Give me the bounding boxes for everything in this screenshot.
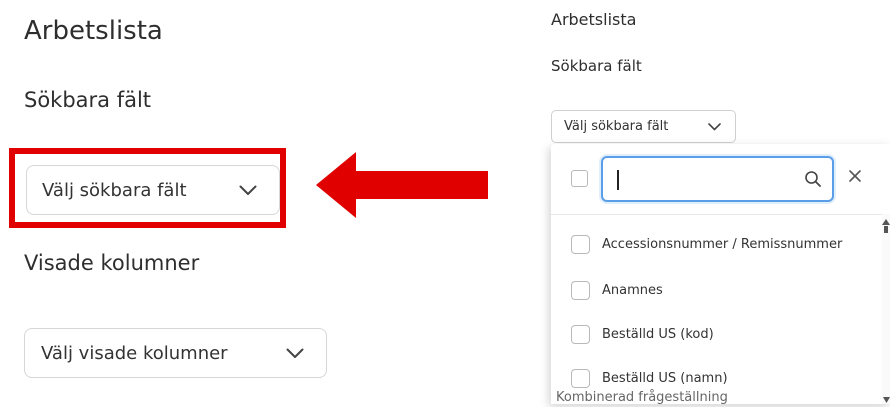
partially-hidden-option: Kombinerad frågeställning (556, 390, 728, 405)
dropdown-header (551, 144, 890, 215)
select-all-checkbox[interactable] (571, 170, 588, 187)
option-checkbox[interactable] (571, 368, 590, 388)
dropdown-option[interactable]: Beställd US (kod) (551, 312, 881, 356)
option-label: Anamnes (602, 282, 663, 298)
dropdown-scrollbar[interactable] (882, 214, 890, 404)
page-title: Arbetslista (24, 16, 163, 46)
searchable-fields-select[interactable]: Välj sökbara fält (26, 165, 280, 215)
search-icon[interactable] (804, 170, 822, 192)
dropdown-option[interactable]: Accessionsnummer / Remissnummer (551, 222, 881, 266)
searchable-fields-heading-small: Sökbara fält (551, 57, 642, 75)
red-arrow-icon (316, 152, 492, 222)
scroll-up-icon[interactable] (882, 218, 890, 237)
option-label: Beställd US (kod) (602, 326, 714, 342)
dropdown-option[interactable]: Anamnes (551, 268, 881, 312)
dropdown-search-input[interactable] (613, 166, 797, 194)
searchable-fields-heading: Sökbara fält (24, 88, 152, 112)
scroll-down-icon[interactable] (883, 388, 890, 407)
searchable-fields-select-small[interactable]: Välj sökbara fält (551, 110, 736, 143)
option-checkbox[interactable] (571, 234, 590, 254)
dropdown-search-box[interactable] (601, 156, 834, 202)
option-label: Beställd US (namn) (602, 370, 728, 386)
searchable-fields-select-label-small: Välj sökbara fält (564, 119, 669, 134)
option-checkbox[interactable] (571, 280, 590, 300)
option-label: Accessionsnummer / Remissnummer (602, 236, 843, 252)
close-icon[interactable] (848, 168, 862, 187)
visible-columns-select-label: Välj visade kolumner (41, 342, 228, 364)
searchable-fields-select-label: Välj sökbara fält (42, 179, 187, 201)
chevron-down-icon (286, 348, 304, 359)
visible-columns-select[interactable]: Välj visade kolumner (24, 328, 327, 378)
page-title-small: Arbetslista (551, 10, 637, 29)
chevron-down-icon (239, 185, 257, 196)
visible-columns-heading: Visade kolumner (24, 251, 200, 275)
searchable-fields-dropdown[interactable]: Accessionsnummer / Remissnummer Anamnes … (551, 144, 890, 404)
chevron-down-icon (708, 122, 721, 131)
option-checkbox[interactable] (571, 324, 590, 344)
